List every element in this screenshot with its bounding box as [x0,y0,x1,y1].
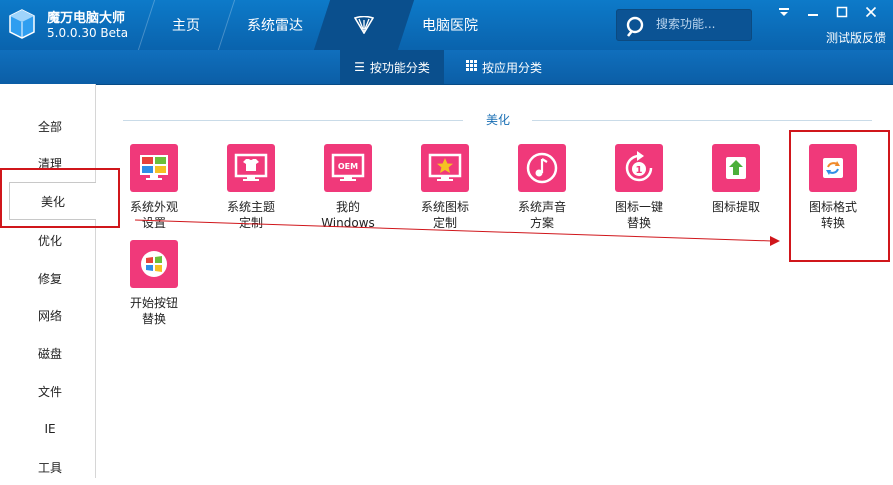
annotation-arrow [134,219,780,246]
